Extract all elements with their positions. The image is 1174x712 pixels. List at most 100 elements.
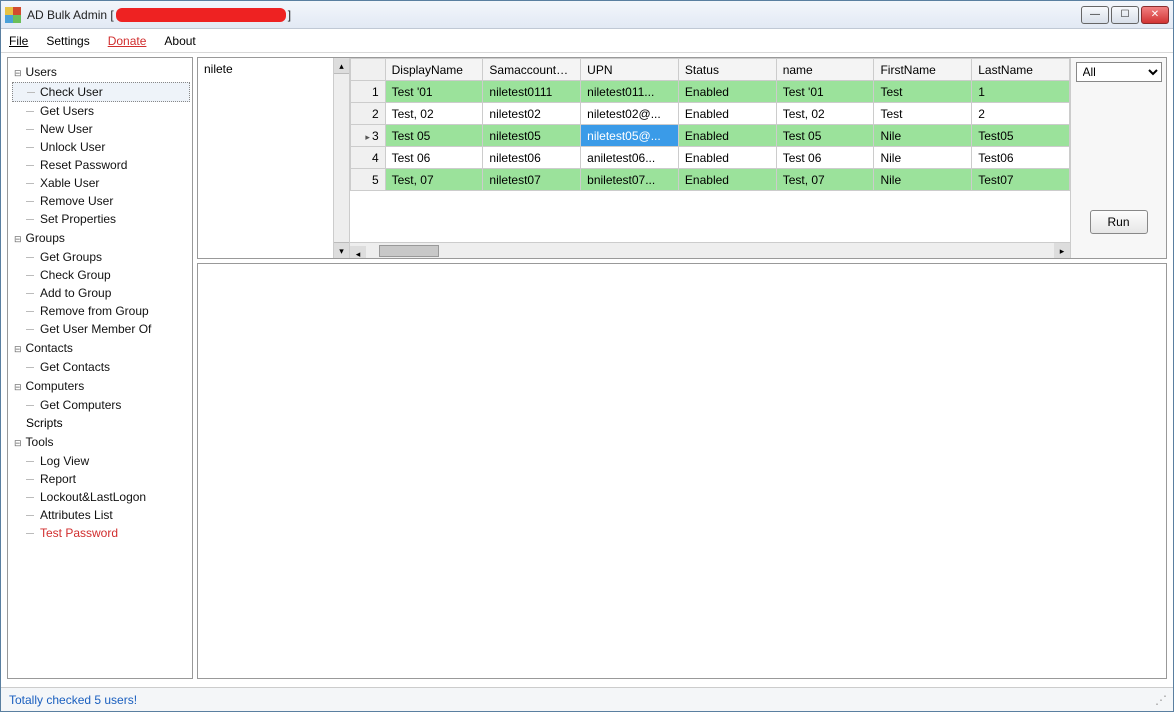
cell[interactable]: Test, 02	[385, 103, 483, 125]
scroll-up-button[interactable]: ▴	[334, 58, 349, 74]
cell[interactable]: Test06	[972, 147, 1070, 169]
output-panel[interactable]	[197, 263, 1167, 679]
scroll-down-button[interactable]: ▾	[334, 242, 349, 258]
run-button[interactable]: Run	[1090, 210, 1148, 234]
table-row[interactable]: 4Test 06niletest06aniletest06...EnabledT…	[351, 147, 1070, 169]
cell[interactable]: niletest05	[483, 125, 581, 147]
cell[interactable]: niletest05@...	[581, 125, 679, 147]
cell[interactable]: niletest07	[483, 169, 581, 191]
search-text[interactable]: nilete	[198, 58, 349, 80]
column-header[interactable]: UPN	[581, 59, 679, 81]
cell[interactable]: Test, 02	[776, 103, 874, 125]
cell[interactable]: Test '01	[385, 81, 483, 103]
data-grid[interactable]: DisplayNameSamaccountNanUPNStatusnameFir…	[350, 58, 1070, 258]
grid-hscrollbar[interactable]: ◂ ▸	[350, 242, 1070, 258]
column-header[interactable]: name	[776, 59, 874, 81]
tree-item[interactable]: Get Users	[12, 102, 190, 120]
cell[interactable]: bniletest07...	[581, 169, 679, 191]
tree-item[interactable]: Attributes List	[12, 506, 190, 524]
cell[interactable]: Enabled	[678, 125, 776, 147]
tree-group-contacts[interactable]: Contacts	[12, 338, 190, 358]
cell[interactable]: Test, 07	[776, 169, 874, 191]
column-header[interactable]: DisplayName	[385, 59, 483, 81]
tree-item[interactable]: Set Properties	[12, 210, 190, 228]
cell[interactable]: aniletest06...	[581, 147, 679, 169]
cell[interactable]: Nile	[874, 125, 972, 147]
tree-item[interactable]: Remove from Group	[12, 302, 190, 320]
tree-item[interactable]: Unlock User	[12, 138, 190, 156]
tree-panel[interactable]: UsersCheck UserGet UsersNew UserUnlock U…	[7, 57, 193, 679]
tree-item[interactable]: Reset Password	[12, 156, 190, 174]
row-header[interactable]: 1	[351, 81, 386, 103]
cell[interactable]: Test 06	[776, 147, 874, 169]
tree-item[interactable]: Add to Group	[12, 284, 190, 302]
menu-settings[interactable]: Settings	[46, 34, 89, 48]
tree-group-users[interactable]: Users	[12, 62, 190, 82]
cell[interactable]: Test05	[972, 125, 1070, 147]
row-header[interactable]: 2	[351, 103, 386, 125]
close-button[interactable]: ✕	[1141, 6, 1169, 24]
menu-about[interactable]: About	[164, 34, 195, 48]
maximize-button[interactable]: ☐	[1111, 6, 1139, 24]
cell[interactable]: Test 05	[776, 125, 874, 147]
table-row[interactable]: 5 Test, 07 niletest07bniletest07...Enabled…	[351, 169, 1070, 191]
row-header[interactable]: 5	[351, 169, 386, 191]
tree-item[interactable]: Test Password	[12, 524, 190, 542]
tree-item[interactable]: Get Computers	[12, 396, 190, 414]
row-header[interactable]: 4	[351, 147, 386, 169]
column-header[interactable]: FirstName	[874, 59, 972, 81]
tree-item[interactable]: Check Group	[12, 266, 190, 284]
tree-item[interactable]: Log View	[12, 452, 190, 470]
cell[interactable]: Enabled	[678, 169, 776, 191]
cell[interactable]: Enabled	[678, 81, 776, 103]
tree-item[interactable]: Remove User	[12, 192, 190, 210]
cell[interactable]: niletest06	[483, 147, 581, 169]
column-header[interactable]: SamaccountNan	[483, 59, 581, 81]
resize-grip-icon[interactable]: ⋰	[1155, 693, 1165, 707]
cell[interactable]: Test '01	[776, 81, 874, 103]
tree-item[interactable]: Check User	[12, 82, 190, 102]
filter-select[interactable]: All	[1076, 62, 1162, 82]
cell[interactable]: Enabled	[678, 147, 776, 169]
cell[interactable]: Test 06	[385, 147, 483, 169]
tree-item-scripts[interactable]: Scripts	[12, 414, 190, 432]
tree-item[interactable]: New User	[12, 120, 190, 138]
column-header[interactable]: Status	[678, 59, 776, 81]
cell[interactable]: niletest011...	[581, 81, 679, 103]
tree-item[interactable]: Lockout&LastLogon	[12, 488, 190, 506]
column-header[interactable]: LastName	[972, 59, 1070, 81]
hscroll-right-button[interactable]: ▸	[1054, 243, 1070, 258]
hscroll-left-button[interactable]: ◂	[350, 246, 366, 258]
cell[interactable]: Test 05	[385, 125, 483, 147]
menu-file[interactable]: File	[9, 34, 28, 48]
tree-item[interactable]: Xable User	[12, 174, 190, 192]
grid-corner[interactable]	[351, 59, 386, 81]
table-row[interactable]: 2Test, 02niletest02niletest02@...Enabled…	[351, 103, 1070, 125]
cell[interactable]: Nile	[874, 169, 972, 191]
cell[interactable]: Test	[874, 103, 972, 125]
menu-donate[interactable]: Donate	[108, 34, 147, 48]
minimize-button[interactable]: —	[1081, 6, 1109, 24]
tree-group-groups[interactable]: Groups	[12, 228, 190, 248]
cell[interactable]: 1	[972, 81, 1070, 103]
search-pane[interactable]: nilete ▴ ▾	[198, 58, 350, 258]
cell[interactable]: 2	[972, 103, 1070, 125]
table-row[interactable]: 1Test '01niletest0111niletest011...Enabl…	[351, 81, 1070, 103]
cell[interactable]: Enabled	[678, 103, 776, 125]
row-header[interactable]: 3	[351, 125, 386, 147]
cell[interactable]: niletest02	[483, 103, 581, 125]
tree-item[interactable]: Get Contacts	[12, 358, 190, 376]
tree-item[interactable]: Report	[12, 470, 190, 488]
cell[interactable]: Test07	[972, 169, 1070, 191]
hscroll-thumb[interactable]	[379, 245, 439, 257]
tree-group-tools[interactable]: Tools	[12, 432, 190, 452]
tree-group-computers[interactable]: Computers	[12, 376, 190, 396]
cell[interactable]: Test	[874, 81, 972, 103]
cell[interactable]: niletest02@...	[581, 103, 679, 125]
tree-item[interactable]: Get Groups	[12, 248, 190, 266]
cell[interactable]: niletest0111	[483, 81, 581, 103]
search-scrollbar[interactable]: ▴ ▾	[333, 58, 349, 258]
table-row[interactable]: 3Test 05niletest05niletest05@...EnabledT…	[351, 125, 1070, 147]
tree-item[interactable]: Get User Member Of	[12, 320, 190, 338]
cell[interactable]: Nile	[874, 147, 972, 169]
